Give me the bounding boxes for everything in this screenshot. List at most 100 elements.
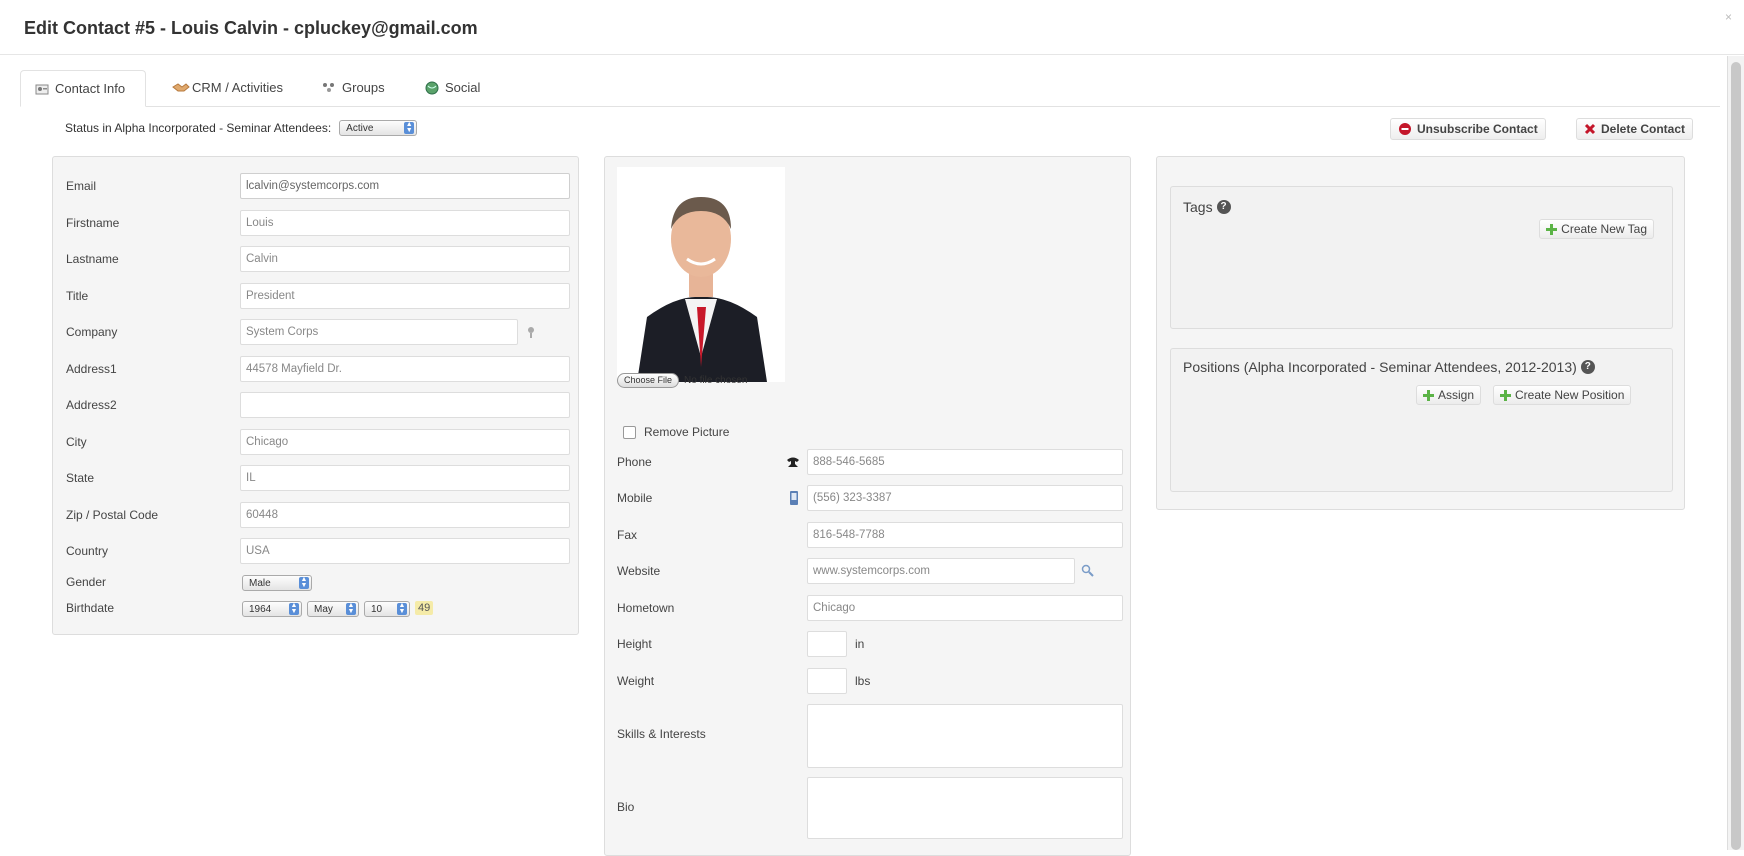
zip-field[interactable]: 60448 [240, 502, 570, 528]
lastname-label: Lastname [66, 252, 119, 266]
tab-label: Social [445, 79, 481, 95]
tab-label: Groups [342, 79, 385, 95]
tags-positions-panel: Tags ? Create New Tag Positions (Alpha I… [1156, 156, 1685, 510]
phone-icon [787, 457, 799, 467]
birthdate-label: Birthdate [66, 601, 115, 615]
height-label: Height [617, 637, 652, 651]
choose-file-button[interactable]: Choose File [617, 373, 680, 388]
scrollbar-thumb[interactable] [1731, 62, 1741, 850]
phone-label: Phone [617, 455, 652, 469]
city-field[interactable]: Chicago [240, 429, 570, 455]
weight-field[interactable] [807, 668, 847, 694]
vertical-scrollbar[interactable] [1727, 56, 1744, 850]
tab-label: Contact Info [55, 81, 126, 96]
tab-social[interactable]: Social [411, 70, 494, 104]
remove-picture-label: Remove Picture [644, 425, 730, 439]
tags-header: Tags ? [1183, 199, 1231, 215]
email-label: Email [66, 179, 97, 193]
no-file-text: No file chosen [684, 375, 748, 386]
email-field[interactable]: lcalvin@systemcorps.com [240, 173, 570, 199]
height-unit: in [855, 637, 865, 651]
address1-field[interactable]: 44578 Mayfield Dr. [240, 356, 570, 382]
age-badge: 49 [415, 601, 434, 615]
contact-info-panel: Email lcalvin@systemcorps.com Firstname … [52, 156, 579, 635]
unsubscribe-label: Unsubscribe Contact [1417, 122, 1538, 136]
address2-field[interactable] [240, 392, 570, 418]
status-select[interactable]: Active ▲ ▼ [339, 120, 418, 136]
website-field[interactable]: www.systemcorps.com [807, 558, 1075, 584]
groups-icon [322, 81, 336, 93]
mobile-label: Mobile [617, 491, 653, 505]
weight-label: Weight [617, 674, 655, 688]
handshake-icon [172, 81, 190, 93]
gender-label: Gender [66, 575, 107, 589]
title-field[interactable]: President [240, 283, 570, 309]
gender-select[interactable]: Male ▲ ▼ [242, 575, 312, 591]
mobile-field[interactable]: (556) 323-3387 [807, 485, 1123, 511]
fax-field[interactable]: 816-548-7788 [807, 522, 1123, 548]
birth-year-value: 1964 [249, 603, 272, 615]
create-position-label: Create New Position [1515, 388, 1625, 402]
tab-contact-info[interactable]: Contact Info [20, 70, 146, 107]
birth-month-select[interactable]: May ▲ ▼ [307, 601, 359, 617]
create-new-tag-button[interactable]: Create New Tag [1539, 219, 1654, 239]
state-label: State [66, 471, 95, 485]
select-arrows-icon: ▲ ▼ [346, 602, 356, 615]
birth-day-value: 10 [371, 603, 383, 615]
tab-groups[interactable]: Groups [308, 70, 399, 104]
firstname-field[interactable]: Louis [240, 210, 570, 236]
phone-field[interactable]: 888-546-5685 [807, 449, 1123, 475]
bio-label: Bio [617, 800, 635, 814]
birth-year-select[interactable]: 1964 ▲ ▼ [242, 601, 302, 617]
lastname-field[interactable]: Calvin [240, 246, 570, 272]
state-field[interactable]: IL [240, 465, 570, 491]
tab-label: CRM / Activities [192, 79, 284, 95]
delete-label: Delete Contact [1601, 122, 1686, 136]
dialog-titlebar: Edit Contact #5 - Louis Calvin - cplucke… [0, 0, 1744, 55]
status-label: Status in Alpha Incorporated - Seminar A… [65, 121, 332, 135]
positions-section: Positions (Alpha Incorporated - Seminar … [1170, 348, 1673, 492]
details-panel: Choose File No file chosen Remove Pictur… [604, 156, 1131, 856]
mobile-phone-icon [790, 491, 798, 505]
country-field[interactable]: USA [240, 538, 570, 564]
tags-title: Tags [1183, 199, 1213, 215]
create-new-position-button[interactable]: Create New Position [1493, 385, 1632, 405]
unsubscribe-contact-button[interactable]: Unsubscribe Contact [1390, 118, 1546, 140]
birth-day-select[interactable]: 10 ▲ ▼ [364, 601, 410, 617]
skills-textarea[interactable] [807, 704, 1123, 768]
remove-picture-checkbox[interactable] [623, 425, 636, 439]
select-arrows-icon: ▲ ▼ [289, 602, 299, 615]
create-tag-label: Create New Tag [1561, 222, 1647, 236]
company-label: Company [66, 325, 118, 339]
list-status-row: Status in Alpha Incorporated - Seminar A… [65, 120, 418, 136]
height-field[interactable] [807, 631, 847, 657]
photo-upload-row: Choose File No file chosen [617, 373, 747, 388]
delete-contact-button[interactable]: Delete Contact [1576, 118, 1694, 140]
dialog-title: Edit Contact #5 - Louis Calvin - cplucke… [24, 18, 478, 38]
assign-label: Assign [1438, 388, 1475, 402]
remove-picture-row: Remove Picture [623, 425, 729, 439]
title-label: Title [66, 289, 89, 303]
tags-section: Tags ? Create New Tag [1170, 186, 1673, 329]
address1-label: Address1 [66, 362, 117, 376]
skills-label: Skills & Interests [617, 727, 706, 741]
help-icon[interactable]: ? [1216, 200, 1231, 214]
close-icon[interactable]: × [1725, 10, 1732, 24]
bio-textarea[interactable] [807, 777, 1123, 839]
company-field[interactable]: System Corps [240, 319, 518, 345]
tab-crm-activities[interactable]: CRM / Activities [158, 70, 297, 104]
help-icon[interactable]: ? [1580, 360, 1595, 374]
hometown-field[interactable]: Chicago [807, 595, 1123, 621]
select-arrows-icon: ▲ ▼ [404, 121, 415, 134]
search-icon[interactable] [1081, 564, 1095, 578]
select-arrows-icon: ▲ ▼ [397, 602, 407, 615]
fax-label: Fax [617, 528, 638, 542]
zip-label: Zip / Postal Code [66, 508, 159, 522]
add-icon [1546, 223, 1558, 235]
assign-position-button[interactable]: Assign [1416, 385, 1482, 405]
company-lookup-icon[interactable] [525, 325, 539, 339]
add-icon [1423, 389, 1434, 401]
no-entry-icon [1399, 123, 1411, 135]
positions-header: Positions (Alpha Incorporated - Seminar … [1183, 359, 1595, 375]
contact-card-icon [35, 83, 49, 95]
